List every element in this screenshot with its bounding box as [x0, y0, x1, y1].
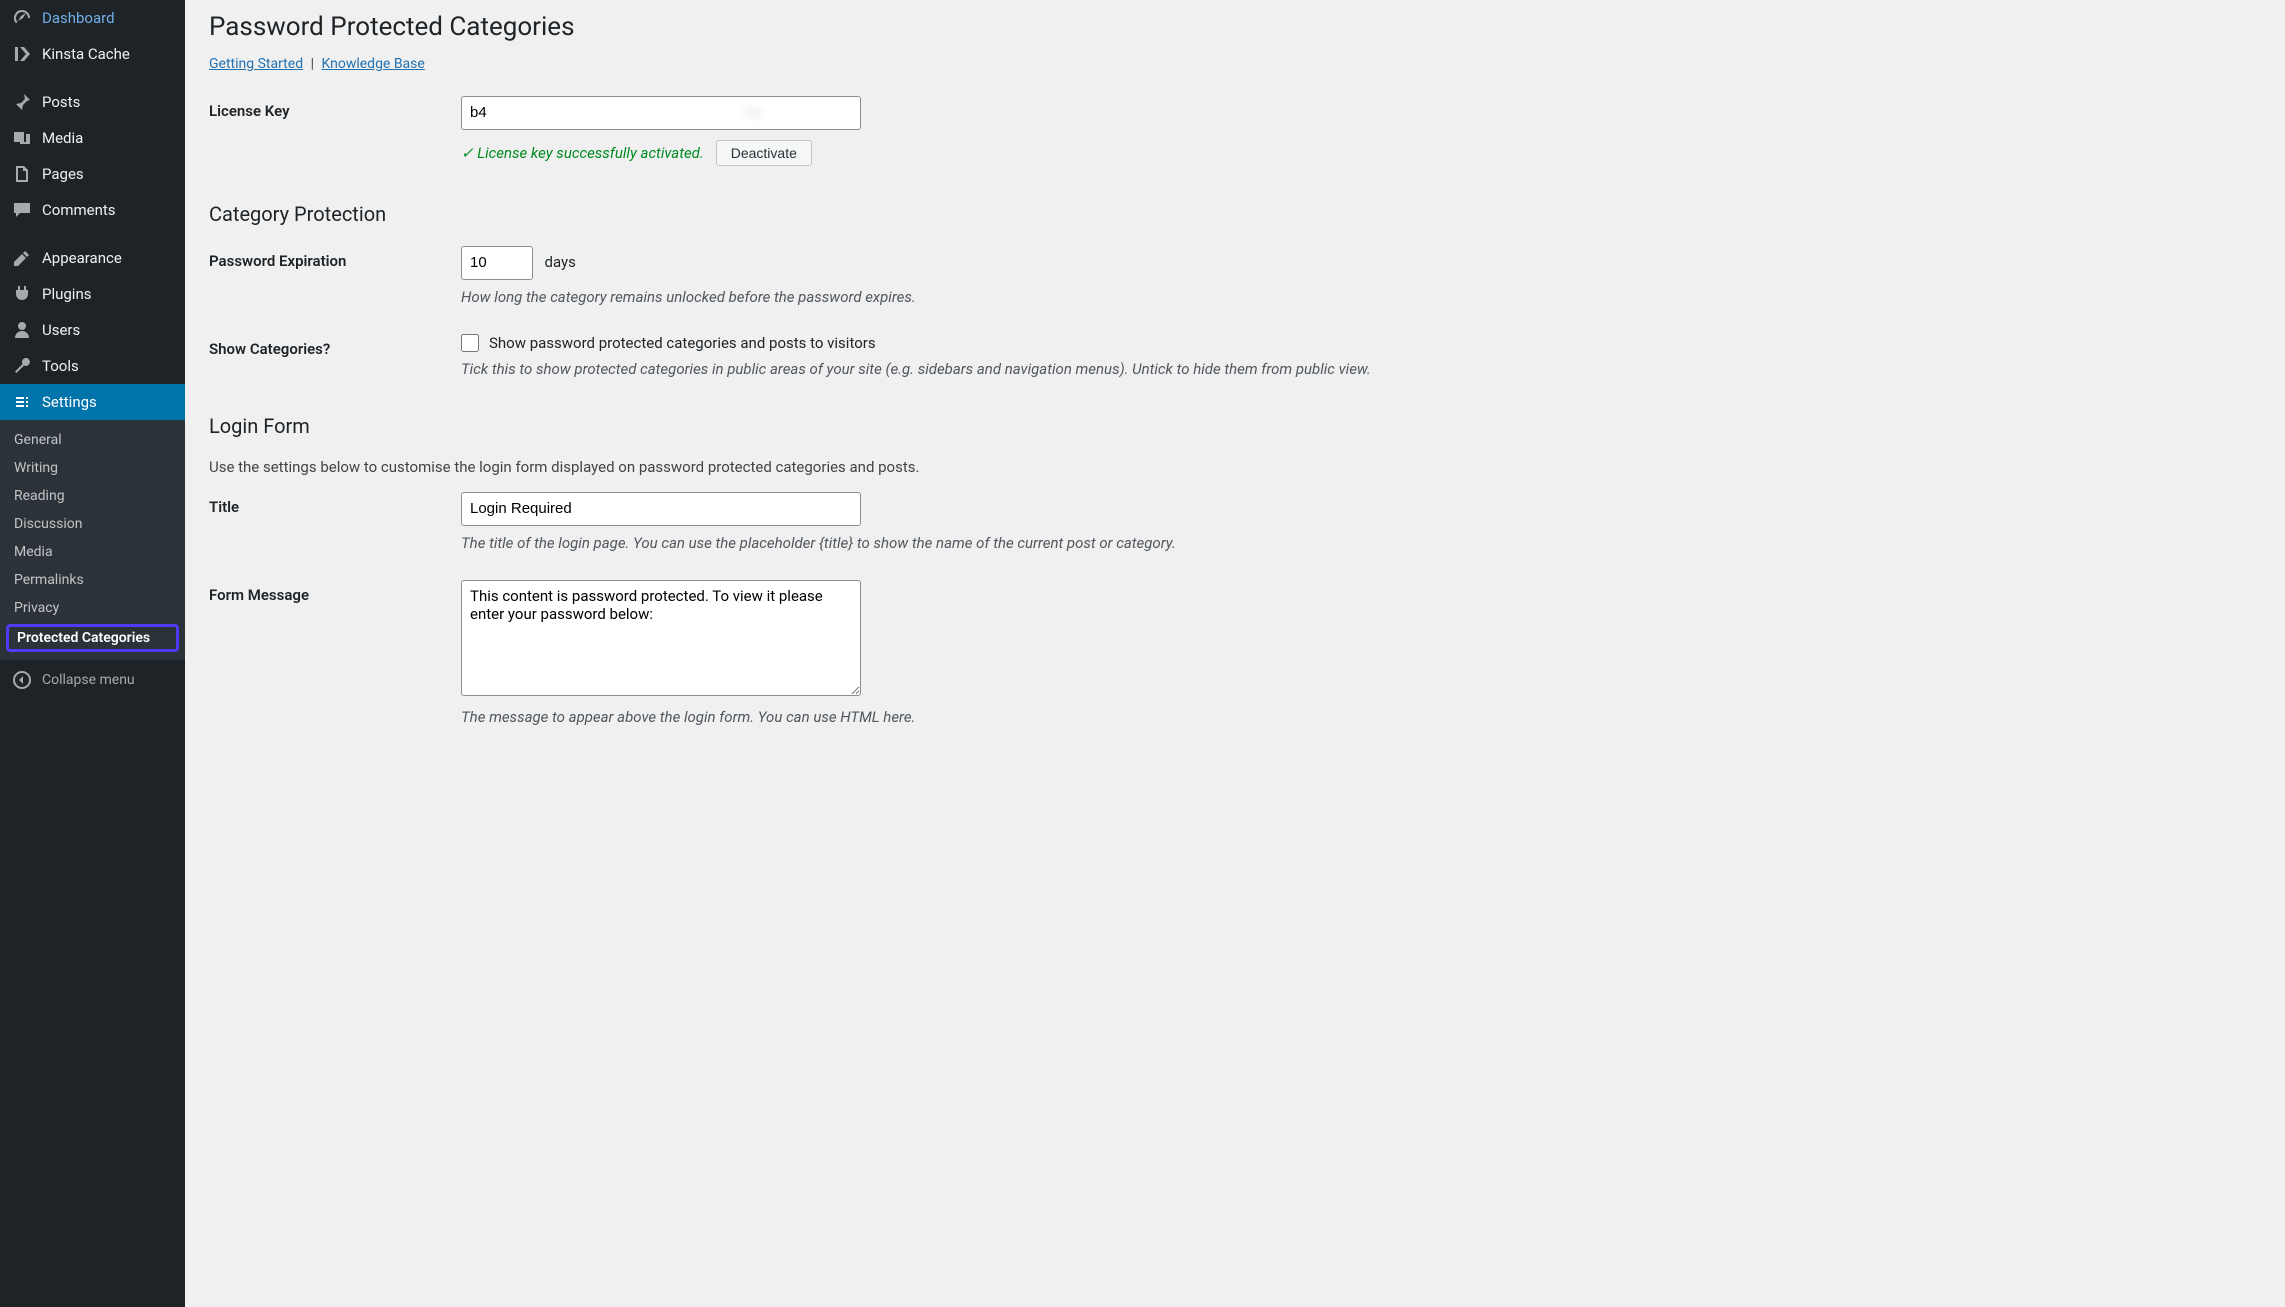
- license-blur-overlay: [491, 100, 831, 126]
- submenu-privacy[interactable]: Privacy: [0, 594, 185, 622]
- show-categories-label: Show Categories?: [209, 334, 461, 358]
- form-message-description: The message to appear above the login fo…: [461, 708, 2261, 726]
- sidebar-item-label: Kinsta Cache: [42, 45, 130, 63]
- login-title-description: The title of the login page. You can use…: [461, 534, 2261, 552]
- comments-icon: [12, 200, 32, 220]
- appearance-icon: [12, 248, 32, 268]
- link-getting-started[interactable]: Getting Started: [209, 56, 303, 72]
- show-categories-description: Tick this to show protected categories i…: [461, 360, 2261, 378]
- sidebar-item-plugins[interactable]: Plugins: [0, 276, 185, 312]
- submenu-permalinks[interactable]: Permalinks: [0, 566, 185, 594]
- admin-sidebar: Dashboard Kinsta Cache Posts Media Pages…: [0, 0, 185, 1307]
- sidebar-item-label: Pages: [42, 165, 84, 183]
- sidebar-item-label: Comments: [42, 201, 116, 219]
- link-knowledge-base[interactable]: Knowledge Base: [321, 56, 424, 72]
- show-categories-checkbox[interactable]: [461, 334, 479, 352]
- sidebar-item-label: Tools: [42, 357, 79, 375]
- login-title-input[interactable]: [461, 492, 861, 526]
- password-expiration-label: Password Expiration: [209, 246, 461, 270]
- settings-icon: [12, 392, 32, 412]
- sidebar-item-settings[interactable]: Settings: [0, 384, 185, 420]
- sidebar-item-label: Appearance: [42, 249, 122, 267]
- sidebar-item-label: Settings: [42, 393, 97, 411]
- sidebar-item-tools[interactable]: Tools: [0, 348, 185, 384]
- kinsta-icon: [12, 44, 32, 64]
- category-protection-heading: Category Protection: [209, 202, 2261, 226]
- submenu-discussion[interactable]: Discussion: [0, 510, 185, 538]
- sidebar-item-kinsta[interactable]: Kinsta Cache: [0, 36, 185, 72]
- form-message-textarea[interactable]: [461, 580, 861, 696]
- sidebar-item-label: Dashboard: [42, 9, 115, 27]
- page-title: Password Protected Categories: [209, 12, 2261, 42]
- sidebar-item-comments[interactable]: Comments: [0, 192, 185, 228]
- login-form-intro: Use the settings below to customise the …: [209, 458, 2261, 476]
- dashboard-icon: [12, 8, 32, 28]
- license-key-label: License Key: [209, 96, 461, 120]
- login-form-heading: Login Form: [209, 414, 2261, 438]
- sidebar-item-label: Plugins: [42, 285, 91, 303]
- main-content: Password Protected Categories Getting St…: [185, 0, 2285, 1307]
- submenu-writing[interactable]: Writing: [0, 454, 185, 482]
- login-title-label: Title: [209, 492, 461, 516]
- submenu-media[interactable]: Media: [0, 538, 185, 566]
- form-message-label: Form Message: [209, 580, 461, 604]
- submenu-reading[interactable]: Reading: [0, 482, 185, 510]
- expiration-description: How long the category remains unlocked b…: [461, 288, 2261, 306]
- help-links: Getting Started | Knowledge Base: [209, 56, 2261, 72]
- expiration-unit: days: [544, 253, 575, 271]
- sidebar-item-media[interactable]: Media: [0, 120, 185, 156]
- users-icon: [12, 320, 32, 340]
- sidebar-item-posts[interactable]: Posts: [0, 84, 185, 120]
- sidebar-item-label: Posts: [42, 93, 80, 111]
- submenu-protected-categories[interactable]: Protected Categories: [6, 624, 179, 652]
- pin-icon: [12, 92, 32, 112]
- sidebar-item-label: Media: [42, 129, 83, 147]
- sidebar-item-dashboard[interactable]: Dashboard: [0, 0, 185, 36]
- submenu-general[interactable]: General: [0, 426, 185, 454]
- sidebar-item-users[interactable]: Users: [0, 312, 185, 348]
- media-icon: [12, 128, 32, 148]
- collapse-icon: [12, 670, 32, 690]
- collapse-menu[interactable]: Collapse menu: [0, 660, 185, 700]
- sidebar-item-appearance[interactable]: Appearance: [0, 240, 185, 276]
- plugins-icon: [12, 284, 32, 304]
- deactivate-button[interactable]: Deactivate: [716, 140, 812, 166]
- license-status-message: ✓ License key successfully activated.: [461, 144, 704, 162]
- pages-icon: [12, 164, 32, 184]
- tools-icon: [12, 356, 32, 376]
- password-expiration-input[interactable]: [461, 246, 533, 280]
- settings-submenu: General Writing Reading Discussion Media…: [0, 420, 185, 660]
- show-categories-checkbox-label: Show password protected categories and p…: [489, 334, 876, 352]
- collapse-label: Collapse menu: [42, 672, 135, 688]
- sidebar-item-label: Users: [42, 321, 80, 339]
- sidebar-item-pages[interactable]: Pages: [0, 156, 185, 192]
